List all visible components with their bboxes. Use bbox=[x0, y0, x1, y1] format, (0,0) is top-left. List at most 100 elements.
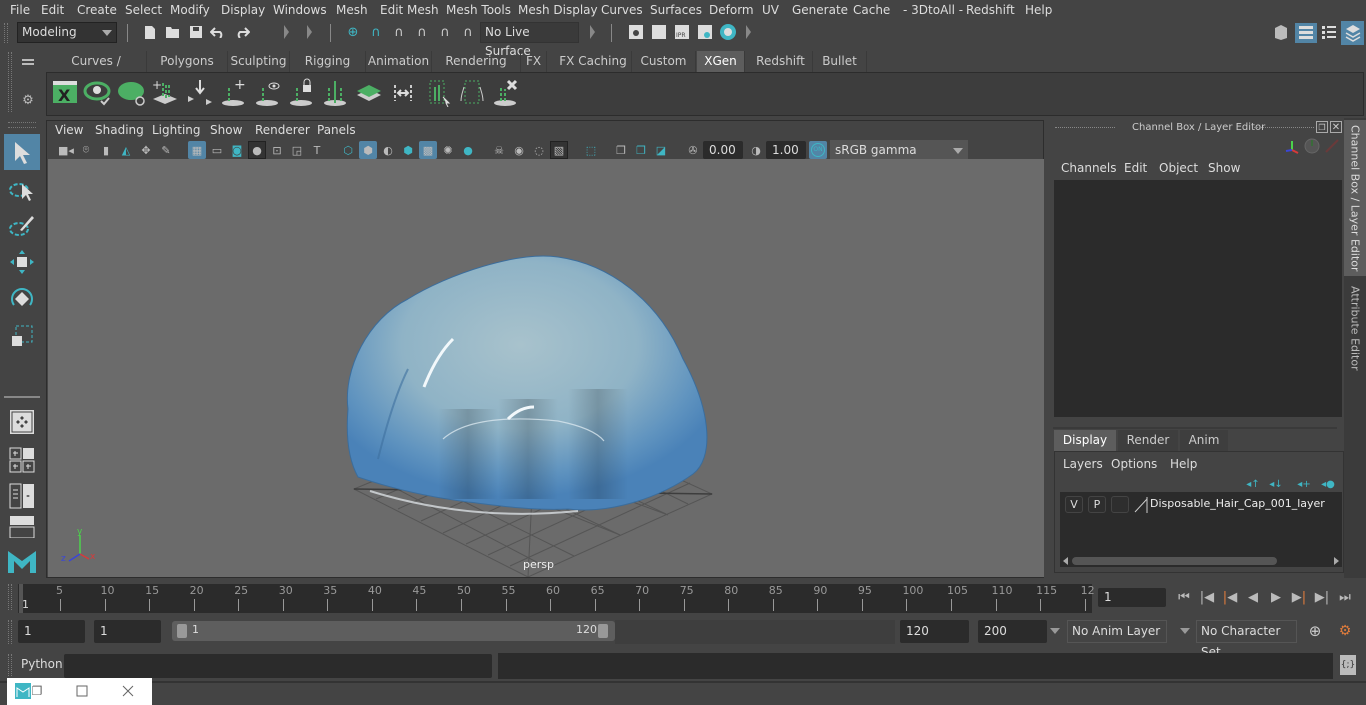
select-tool-icon[interactable] bbox=[4, 134, 40, 170]
shelf-tab-fx-caching[interactable]: FX Caching bbox=[555, 51, 632, 72]
script-editor-icon[interactable]: {;} bbox=[1340, 655, 1356, 675]
guide-tufts-icon[interactable] bbox=[355, 77, 387, 113]
animation-preferences-icon[interactable]: ⚙ bbox=[1335, 621, 1355, 641]
close-panel-icon[interactable]: ✕ bbox=[1330, 121, 1342, 133]
paint-select-tool-icon[interactable] bbox=[4, 208, 40, 244]
side-tab-channel-box[interactable]: Channel Box / Layer Editor bbox=[1344, 120, 1366, 276]
add-guides-icon[interactable]: + bbox=[151, 77, 183, 113]
time-ruler[interactable]: 1 5 10 15 20 25 30 35 40 45 50 55 60 65 70 75 80 85 90 95 10… bbox=[18, 584, 1095, 613]
shelf-settings-gear-icon[interactable]: ⚙ bbox=[19, 91, 37, 109]
shelf-grip[interactable] bbox=[8, 52, 12, 112]
2d-pan-zoom-icon[interactable]: ✥ bbox=[137, 141, 155, 159]
maximize-icon[interactable] bbox=[75, 684, 89, 698]
step-back-key-icon[interactable]: | ◀ bbox=[1220, 588, 1240, 606]
shelf-tab-xgen[interactable]: XGen bbox=[697, 51, 745, 72]
hypershade-icon[interactable] bbox=[719, 23, 737, 41]
menu-redshift[interactable]: Redshift bbox=[966, 3, 1015, 17]
menu-create[interactable]: Create bbox=[77, 3, 117, 17]
layer-playback-toggle[interactable]: P bbox=[1088, 496, 1106, 513]
timeline-grip[interactable] bbox=[8, 584, 12, 610]
menu-curves[interactable]: Curves bbox=[601, 3, 643, 17]
play-backwards-icon[interactable]: ◀ bbox=[1243, 588, 1263, 606]
outliner-persp-layout-icon[interactable] bbox=[4, 478, 40, 514]
speed-icon[interactable] bbox=[1304, 138, 1320, 154]
shelf-tab-sculpting[interactable]: Sculpting bbox=[228, 51, 290, 72]
image-plane-icon[interactable]: ◭ bbox=[117, 141, 135, 159]
animation-start-field[interactable]: 1 bbox=[18, 620, 85, 643]
place-guides-icon[interactable] bbox=[185, 77, 217, 113]
hyper-icon[interactable] bbox=[1324, 138, 1340, 154]
shelf-tab-redshift[interactable]: Redshift bbox=[749, 51, 813, 72]
edit-menu[interactable]: Edit bbox=[1124, 161, 1147, 175]
move-layer-down-icon[interactable]: ◂↓ bbox=[1267, 477, 1285, 491]
play-forwards-icon[interactable]: ▶ bbox=[1266, 588, 1286, 606]
new-layer-selected-icon[interactable]: ◂● bbox=[1319, 477, 1337, 491]
select-camera-icon[interactable]: ■◂ bbox=[57, 141, 75, 159]
depth-of-field-icon[interactable]: ▧ bbox=[550, 141, 568, 159]
shelf-tab-fx[interactable]: FX bbox=[521, 51, 547, 72]
menu-cache[interactable]: Cache bbox=[853, 3, 890, 17]
step-back-frame-icon[interactable]: |◀ bbox=[1197, 588, 1217, 606]
layer-name[interactable]: Disposable_Hair_Cap_001_layer bbox=[1150, 497, 1325, 510]
render-view-icon[interactable] bbox=[627, 23, 645, 41]
xray-icon[interactable]: ⬢ bbox=[399, 141, 417, 159]
scroll-right-icon[interactable] bbox=[1334, 557, 1339, 565]
shelf-tab-polygons[interactable]: Polygons bbox=[147, 51, 228, 72]
exposure-icon[interactable]: ✇ bbox=[684, 141, 702, 159]
snap-to-view-plane-icon[interactable]: ∩ bbox=[413, 23, 431, 41]
exposure-field[interactable]: 0.00 bbox=[703, 141, 743, 159]
layer-list-scrollbar[interactable] bbox=[1060, 555, 1342, 567]
smooth-shade-icon[interactable]: ⬢ bbox=[359, 141, 377, 159]
float-panel-icon[interactable]: ❐ bbox=[1316, 121, 1328, 133]
shelf-tab-bullet[interactable]: Bullet bbox=[813, 51, 867, 72]
gamma-field[interactable]: 1.00 bbox=[766, 141, 806, 159]
shelf-tab-animation[interactable]: Animation bbox=[366, 51, 432, 72]
scrollbar-thumb[interactable] bbox=[1072, 557, 1277, 565]
close-icon[interactable] bbox=[121, 684, 135, 698]
channels-menu[interactable]: Channels bbox=[1061, 161, 1117, 175]
restore-icon[interactable]: ❐ bbox=[30, 684, 44, 698]
step-forward-key-icon[interactable]: ▶ | bbox=[1289, 588, 1309, 606]
menu-deform[interactable]: Deform bbox=[709, 3, 754, 17]
menu-edit[interactable]: Edit bbox=[41, 3, 64, 17]
menu-select[interactable]: Select bbox=[125, 3, 162, 17]
side-tab-attribute-editor[interactable]: Attribute Editor bbox=[1344, 278, 1366, 378]
layer-tab-anim[interactable]: Anim bbox=[1180, 430, 1228, 451]
show-guides-icon[interactable] bbox=[253, 77, 285, 113]
render-settings-icon[interactable] bbox=[696, 23, 714, 41]
menu-windows[interactable]: Windows bbox=[273, 3, 327, 17]
auto-key-icon[interactable]: ⊕ bbox=[1305, 621, 1325, 641]
character-set-chevron-icon[interactable] bbox=[1180, 628, 1190, 634]
go-to-end-icon[interactable]: ⏭ bbox=[1335, 588, 1355, 606]
maya-logo-icon[interactable] bbox=[4, 542, 40, 578]
shelf-tab-rendering[interactable]: Rendering bbox=[432, 51, 521, 72]
menu-help[interactable]: Help bbox=[1025, 3, 1052, 17]
channel-box-toggle-icon[interactable] bbox=[1341, 21, 1364, 45]
shelf-tab-curves-surfaces[interactable]: Curves / Surfaces bbox=[46, 51, 147, 89]
use-all-lights-icon[interactable]: ✺ bbox=[439, 141, 457, 159]
status-line-grip[interactable] bbox=[4, 23, 8, 43]
render-frame-icon[interactable] bbox=[650, 23, 668, 41]
xgen-editor-icon[interactable]: X bbox=[51, 77, 83, 113]
color-space-dropdown[interactable]: sRGB gamma bbox=[830, 140, 968, 160]
viewport-canvas[interactable]: y x z persp bbox=[48, 159, 1044, 577]
safe-title-icon[interactable]: T bbox=[308, 141, 326, 159]
scale-tool-icon[interactable] bbox=[4, 318, 40, 354]
attribute-editor-toggle-icon[interactable] bbox=[1295, 23, 1317, 43]
maya-app-icon[interactable] bbox=[15, 683, 31, 699]
lock-guides-icon[interactable] bbox=[287, 77, 319, 113]
menu-mesh-tools[interactable]: Mesh Tools bbox=[446, 3, 511, 17]
viewport-menu-lighting[interactable]: Lighting bbox=[152, 123, 201, 137]
viewport-menu-show[interactable]: Show bbox=[210, 123, 242, 137]
safe-action-icon[interactable]: ◲ bbox=[288, 141, 306, 159]
persp-graph-layout-icon[interactable] bbox=[4, 514, 40, 538]
color-management-toggle[interactable]: ON bbox=[809, 141, 827, 159]
menu-mesh[interactable]: Mesh bbox=[336, 3, 368, 17]
open-scene-icon[interactable] bbox=[164, 23, 182, 41]
collapse-arrow[interactable] bbox=[746, 25, 751, 39]
menu-set-dropdown[interactable]: Modeling bbox=[17, 22, 117, 43]
object-menu[interactable]: Object bbox=[1159, 161, 1198, 175]
isolate-select-icon[interactable]: ⬚ bbox=[582, 141, 600, 159]
guide-region-icon[interactable] bbox=[457, 77, 489, 113]
shadows-icon[interactable]: ● bbox=[459, 141, 477, 159]
